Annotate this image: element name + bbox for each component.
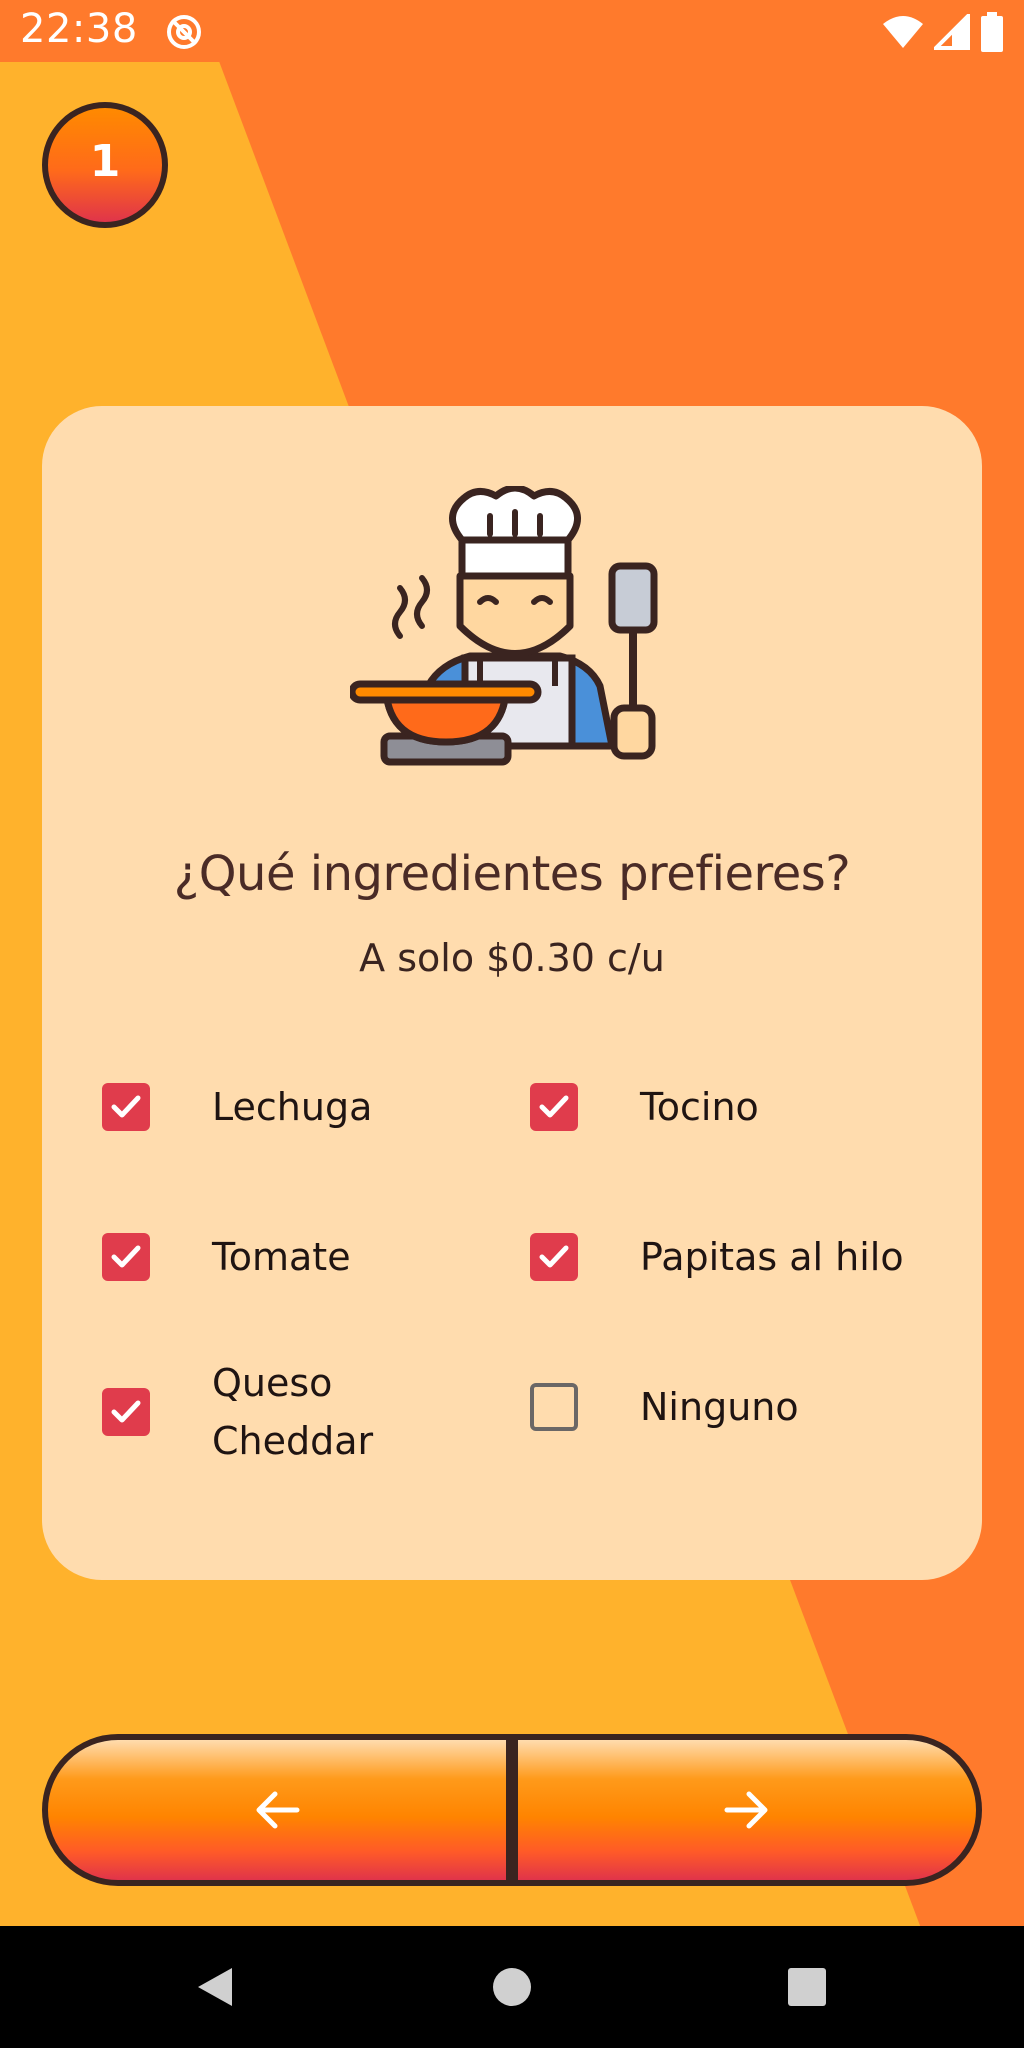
check-icon [111,1400,141,1423]
recents-square-icon[interactable] [784,1964,830,2010]
checkbox-unchecked[interactable] [530,1383,578,1431]
checkbox-checked[interactable] [102,1388,150,1436]
back-triangle-icon[interactable] [192,1964,238,2010]
system-navigation-bar [0,1926,1024,2048]
option-label: Queso Cheddar [212,1361,374,1463]
step-number: 1 [89,135,121,187]
status-icons [882,12,1004,52]
option-ninguno[interactable]: Ninguno [530,1378,930,1436]
option-label: Lechuga [212,1085,373,1129]
option-tomate[interactable]: Tomate [102,1228,502,1286]
option-lechuga[interactable]: Lechuga [102,1078,502,1136]
arrow-right-icon [724,1791,768,1829]
step-badge: 1 [42,102,168,228]
checkbox-checked[interactable] [102,1083,150,1131]
nav-divider [506,1740,518,1880]
check-icon [111,1095,141,1118]
navigation-bar [42,1734,982,1886]
check-icon [539,1245,569,1268]
option-label: Papitas al hilo [640,1235,904,1279]
home-circle-icon[interactable] [489,1964,535,2010]
checkbox-checked[interactable] [530,1083,578,1131]
option-label: Tomate [212,1235,351,1279]
back-button[interactable] [48,1740,506,1880]
check-icon [111,1245,141,1268]
checkbox-checked[interactable] [102,1233,150,1281]
option-label: Ninguno [640,1385,799,1429]
next-button[interactable] [518,1740,976,1880]
wifi-icon [883,16,923,48]
question-title: ¿Qué ingredientes prefieres? [173,846,851,902]
battery-icon [981,12,1003,52]
option-queso-cheddar[interactable]: Queso Cheddar [102,1354,502,1470]
chef-cooking-illustration [350,486,658,766]
arrow-left-icon [256,1791,300,1829]
status-time: 22:38 [20,6,138,52]
option-papitas-al-hilo[interactable]: Papitas al hilo [530,1228,930,1286]
sync-at-icon [167,15,201,49]
ingredients-card: ¿Qué ingredientes prefieres? A solo $0.3… [42,406,982,1580]
check-icon [539,1095,569,1118]
option-tocino[interactable]: Tocino [530,1078,930,1136]
checkbox-checked[interactable] [530,1233,578,1281]
status-bar: 22:38 [0,0,1024,62]
option-label: Tocino [640,1085,759,1129]
signal-icon [934,14,970,50]
price-subtitle: A solo $0.30 c/u [359,936,665,980]
